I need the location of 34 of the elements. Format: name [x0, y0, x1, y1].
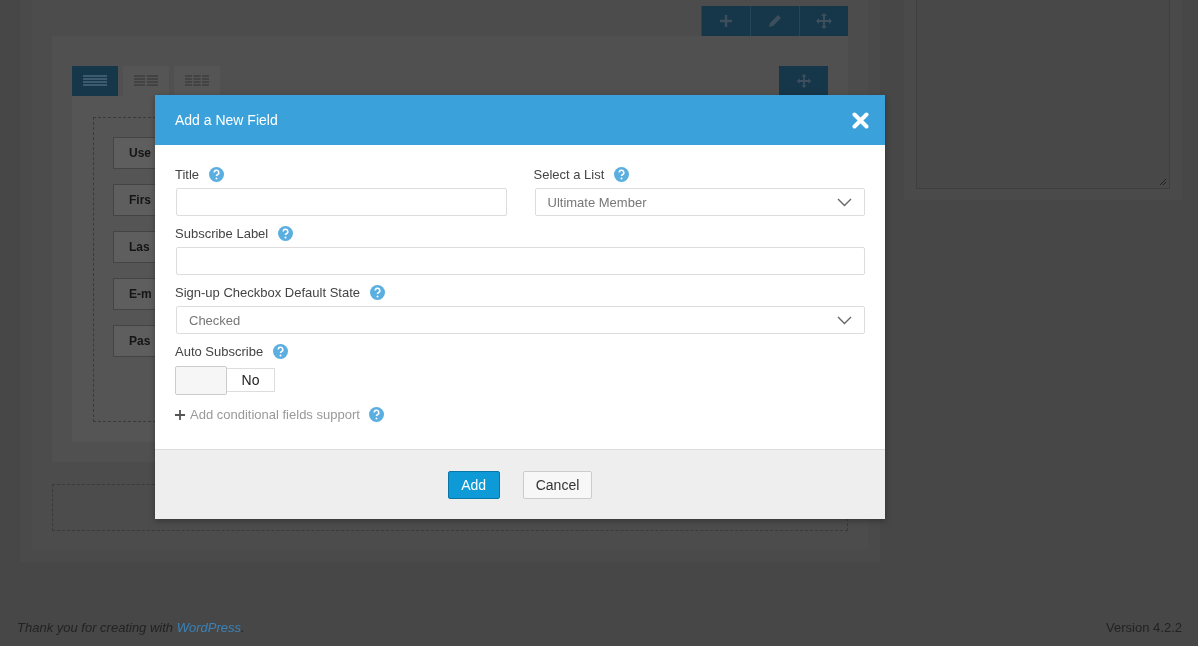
dialog-title: Add a New Field — [175, 112, 278, 128]
field-label: Subscribe Label — [175, 225, 269, 241]
text-field[interactable] — [176, 188, 507, 216]
text-field[interactable] — [176, 247, 865, 275]
chevron-down-icon — [837, 315, 852, 325]
dropdown[interactable]: Ultimate Member — [534, 188, 865, 216]
move-icon — [815, 12, 833, 30]
edit-button[interactable] — [750, 6, 799, 36]
plus-icon — [175, 409, 185, 420]
add-button[interactable]: Add — [447, 470, 500, 499]
field-label: Title — [175, 166, 200, 182]
help-icon[interactable] — [209, 166, 225, 182]
help-icon[interactable] — [278, 225, 294, 241]
columns-icon — [82, 75, 108, 87]
plus-icon — [719, 14, 733, 28]
pencil-icon — [767, 13, 783, 29]
close-icon[interactable] — [852, 111, 869, 129]
help-icon[interactable] — [614, 166, 630, 182]
help-icon[interactable] — [368, 407, 384, 422]
cancel-button[interactable]: Cancel — [522, 470, 593, 499]
layout-tab[interactable] — [174, 66, 220, 96]
move-button[interactable] — [779, 66, 828, 96]
add-button[interactable] — [701, 6, 750, 36]
field-label: Sign-up Checkbox Default State — [175, 284, 360, 300]
help-icon[interactable] — [370, 284, 385, 300]
help-icon[interactable] — [273, 343, 289, 359]
add-conditional-link[interactable]: Add conditional fields support — [175, 407, 360, 422]
dropdown[interactable]: Checked — [176, 306, 865, 334]
chevron-down-icon — [837, 197, 852, 207]
resize-grip-icon — [1159, 178, 1167, 186]
layout-tab[interactable] — [72, 66, 118, 96]
field-label: Auto Subscribe — [175, 343, 264, 359]
field-label: Select a List — [533, 166, 605, 182]
move-icon — [795, 73, 812, 89]
